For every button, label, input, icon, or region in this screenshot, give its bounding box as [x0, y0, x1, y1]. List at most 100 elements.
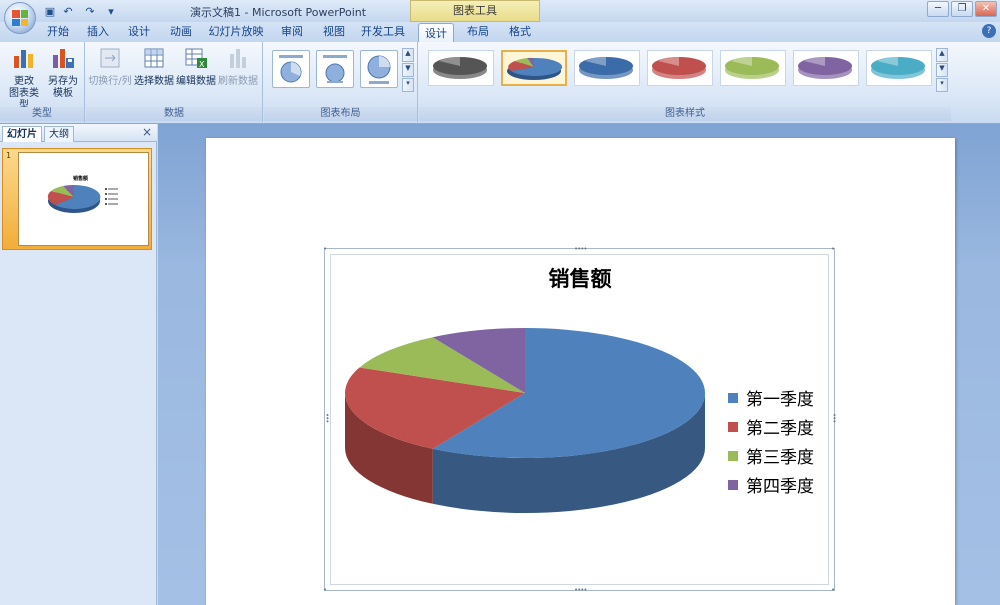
resize-handle-top-right[interactable]: •	[831, 245, 835, 253]
edit-data-label: 编辑数据	[176, 76, 216, 87]
refresh-data-icon	[230, 49, 246, 68]
save-as-template-label-1: 另存为	[48, 76, 78, 87]
chart-style-5[interactable]	[720, 50, 786, 86]
tab-chart-layout[interactable]: 布局	[460, 22, 496, 42]
restore-button[interactable]: ❐	[951, 1, 973, 17]
group-data: 切换行/列 选择数据 X 编辑数据 刷新数据 数据	[86, 42, 263, 122]
layout-scroll-down[interactable]: ▼	[402, 63, 414, 77]
group-data-label: 数据	[86, 107, 262, 121]
tab-insert[interactable]: 插入	[80, 22, 116, 42]
change-chart-type-label-1: 更改	[14, 76, 34, 87]
edit-data-button[interactable]: X 编辑数据	[176, 46, 216, 88]
window-title: 演示文稿1 - Microsoft PowerPoint	[190, 6, 367, 19]
switch-row-column-label: 切换行/列	[88, 76, 132, 87]
chart-style-2[interactable]	[501, 50, 567, 86]
legend-label: 第三季度	[746, 448, 814, 468]
legend-swatch	[728, 421, 738, 432]
legend-swatch	[728, 450, 738, 461]
chart-style-3[interactable]	[574, 50, 640, 86]
refresh-data-button[interactable]: 刷新数据	[218, 46, 258, 88]
chart-layout-2[interactable]	[316, 50, 354, 88]
undo-icon[interactable]: ↶	[60, 3, 76, 19]
svg-text:X: X	[199, 60, 205, 69]
office-logo-icon	[12, 10, 28, 26]
select-data-label: 选择数据	[134, 76, 174, 87]
legend-item-4[interactable]: 第四季度	[728, 470, 814, 499]
group-chart-styles-label: 图表样式	[419, 107, 951, 121]
chart-legend[interactable]: 第一季度第二季度第三季度 第四季度	[728, 383, 814, 499]
legend-item-3[interactable]: 第三季度	[728, 441, 814, 470]
styles-more[interactable]: ▾	[936, 78, 948, 92]
group-chart-styles: ▲ ▼ ▾ 图表样式	[419, 42, 951, 122]
chart-style-4[interactable]	[647, 50, 713, 86]
tab-view[interactable]: 视图	[316, 22, 352, 42]
resize-handle-top-left[interactable]: •	[323, 245, 327, 253]
redo-icon[interactable]: ↷	[82, 3, 98, 19]
switch-row-column-button[interactable]: 切换行/列	[88, 46, 132, 88]
help-icon[interactable]: ?	[982, 24, 996, 38]
office-button[interactable]	[4, 2, 36, 34]
legend-label: 第二季度	[746, 419, 814, 439]
chart-style-1[interactable]	[428, 50, 494, 86]
pie-chart[interactable]	[330, 300, 730, 560]
slide-number: 1	[6, 151, 12, 160]
legend-swatch	[728, 392, 738, 403]
chart-title[interactable]: 销售额	[500, 263, 660, 293]
save-as-template-button[interactable]: 另存为 模板	[46, 46, 80, 100]
tab-animation[interactable]: 动画	[163, 22, 199, 42]
legend-swatch	[728, 479, 738, 490]
resize-handle-bottom-right[interactable]: •	[831, 586, 835, 594]
save-template-icon	[53, 49, 74, 68]
tab-home[interactable]: 开始	[40, 22, 76, 42]
chart-style-1-preview	[433, 57, 487, 79]
edit-data-icon: X	[185, 48, 207, 69]
layout-more[interactable]: ▾	[402, 78, 414, 92]
chart-layout-3[interactable]	[360, 50, 398, 88]
panel-close-icon[interactable]: ×	[142, 125, 152, 139]
panel-tabs: 幻灯片 大纲 ×	[0, 124, 157, 142]
tab-chart-format[interactable]: 格式	[502, 22, 538, 42]
select-data-icon	[144, 48, 164, 68]
tab-slideshow[interactable]: 幻灯片放映	[205, 22, 267, 42]
thumbnail-pie	[47, 184, 118, 213]
qat-dropdown-icon[interactable]: ▾	[106, 3, 116, 19]
select-data-button[interactable]: 选择数据	[134, 46, 174, 88]
resize-handle-top[interactable]: ••••	[574, 245, 587, 253]
thumbnail-title: 销售额	[73, 176, 89, 182]
chart-tools-context: 图表工具	[410, 0, 540, 22]
ribbon: 更改 图表类型 另存为 模板 类型 切换行/列 选择数据 X 编辑数据 刷新数据…	[0, 42, 1000, 124]
save-icon[interactable]: ▣	[42, 3, 58, 19]
refresh-data-label: 刷新数据	[218, 76, 258, 87]
tab-outline[interactable]: 大纲	[44, 126, 74, 142]
chart-style-6[interactable]	[793, 50, 859, 86]
tab-design[interactable]: 设计	[121, 22, 157, 42]
styles-scroll-down[interactable]: ▼	[936, 63, 948, 77]
layout-scroll-up[interactable]: ▲	[402, 48, 414, 62]
save-as-template-label-2: 模板	[53, 88, 73, 99]
layout-2-icon	[323, 55, 347, 83]
group-chart-layout-label: 图表布局	[264, 107, 417, 121]
resize-handle-bottom[interactable]: ••••	[574, 586, 587, 594]
title-bar: ▣ ↶ ↷ ▾ 演示文稿1 - Microsoft PowerPoint 图表工…	[0, 0, 1000, 22]
chart-style-7[interactable]	[866, 50, 932, 86]
chart-layout-1[interactable]	[272, 50, 310, 88]
legend-item-2[interactable]: 第二季度	[728, 412, 814, 441]
slide-thumbnail-selected[interactable]: 1 销售额	[2, 148, 152, 250]
legend-item-1[interactable]: 第一季度	[728, 383, 814, 412]
styles-scroll-up[interactable]: ▲	[936, 48, 948, 62]
tab-review[interactable]: 审阅	[274, 22, 310, 42]
group-chart-layout: ▲ ▼ ▾ 图表布局	[264, 42, 418, 122]
ribbon-tabs: 开始 插入 设计 动画 幻灯片放映 审阅 视图 开发工具 设计 布局 格式	[0, 22, 1000, 42]
resize-handle-bottom-left[interactable]: •	[323, 586, 327, 594]
chart-style-3-preview	[579, 57, 633, 79]
close-button[interactable]: ✕	[975, 1, 997, 17]
tab-chart-design[interactable]: 设计	[418, 23, 454, 42]
chart-type-icon	[14, 50, 33, 68]
change-chart-type-button[interactable]: 更改 图表类型	[6, 46, 42, 112]
tab-slides[interactable]: 幻灯片	[2, 126, 42, 142]
resize-handle-right[interactable]: •••	[830, 413, 838, 422]
minimize-button[interactable]: ─	[927, 1, 949, 17]
chart-style-6-preview	[798, 57, 852, 79]
slides-panel: 幻灯片 大纲 × 1 销售额	[0, 124, 157, 605]
tab-developer[interactable]: 开发工具	[357, 22, 409, 42]
